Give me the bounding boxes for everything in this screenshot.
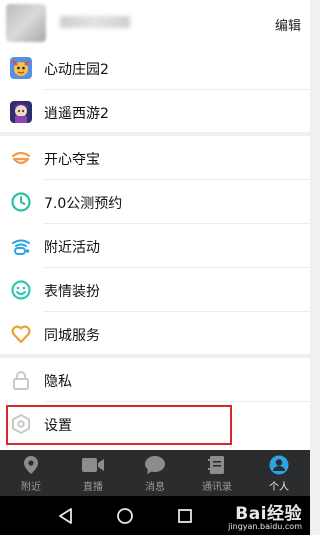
watermark: Bai经验 jingyan.baidu.com (228, 499, 302, 531)
person-icon (269, 454, 289, 476)
tab-profile[interactable]: 个人 (248, 450, 310, 496)
settings-section: 隐私 设置 (0, 358, 310, 450)
list-item-game-2[interactable]: 逍遥西游2 (0, 90, 310, 134)
list-item-label: 表情装扮 (44, 284, 100, 300)
tab-nearby[interactable]: 附近 (0, 450, 62, 496)
settings-hex-icon (10, 413, 32, 435)
treasure-icon (10, 147, 32, 169)
tab-messages[interactable]: 消息 (124, 450, 186, 496)
tab-contacts[interactable]: 通讯录 (186, 450, 248, 496)
list-item-label: 7.0公测预约 (44, 196, 123, 212)
tab-live[interactable]: 直播 (62, 450, 124, 496)
list-item-label: 逍遥西游2 (44, 106, 109, 122)
system-navigation-bar: Bai经验 jingyan.baidu.com (0, 496, 310, 535)
lock-icon (10, 369, 32, 391)
list-item-label: 设置 (44, 418, 72, 434)
edit-button[interactable]: 编辑 (275, 15, 301, 34)
list-item-emoji[interactable]: 表情装扮 (0, 268, 310, 312)
tab-label: 直播 (83, 481, 103, 493)
list-item-label: 隐私 (44, 374, 72, 390)
heart-icon (10, 323, 32, 345)
avatar[interactable] (6, 4, 46, 42)
game-heart-farm-icon (10, 57, 32, 79)
clock-icon (10, 191, 32, 213)
list-item-privacy[interactable]: 隐私 (0, 358, 310, 402)
list-item-treasure[interactable]: 开心夺宝 (0, 136, 310, 180)
game-xiaoyao-icon (10, 101, 32, 123)
tab-label: 附近 (21, 481, 41, 493)
location-pin-icon (23, 454, 39, 476)
list-item-label: 附近活动 (44, 240, 100, 256)
profile-header: 编辑 (0, 0, 310, 46)
list-item-nearby-activity[interactable]: 附近活动 (0, 224, 310, 268)
list-item-label: 开心夺宝 (44, 152, 100, 168)
home-icon[interactable] (115, 506, 135, 530)
smile-icon (10, 279, 32, 301)
contacts-book-icon (208, 454, 226, 476)
watermark-logo: Bai经验 (235, 504, 302, 524)
tab-label: 通讯录 (202, 481, 232, 493)
list-item-settings[interactable]: 设置 (0, 402, 310, 446)
tab-label: 消息 (145, 481, 165, 493)
list-item-local-service[interactable]: 同城服务 (0, 312, 310, 356)
recents-icon[interactable] (175, 506, 195, 530)
nearby-activity-icon (10, 235, 32, 257)
list-item-label: 心动庄园2 (44, 62, 109, 78)
list-item-preorder[interactable]: 7.0公测预约 (0, 180, 310, 224)
watermark-url: jingyan.baidu.com (228, 522, 302, 531)
services-section: 开心夺宝 7.0公测预约 附近活动 表情装扮 同城服务 (0, 136, 310, 354)
video-camera-icon (81, 454, 105, 476)
games-section: 心动庄园2 逍遥西游2 (0, 46, 310, 132)
list-item-label: 同城服务 (44, 328, 100, 344)
back-icon[interactable] (56, 506, 76, 530)
chat-bubble-icon (144, 454, 166, 476)
list-item-game-1[interactable]: 心动庄园2 (0, 46, 310, 90)
bottom-tab-bar: 附近 直播 消息 通讯录 个人 (0, 450, 310, 496)
nickname-blurred (60, 16, 130, 28)
tab-label: 个人 (269, 481, 289, 493)
